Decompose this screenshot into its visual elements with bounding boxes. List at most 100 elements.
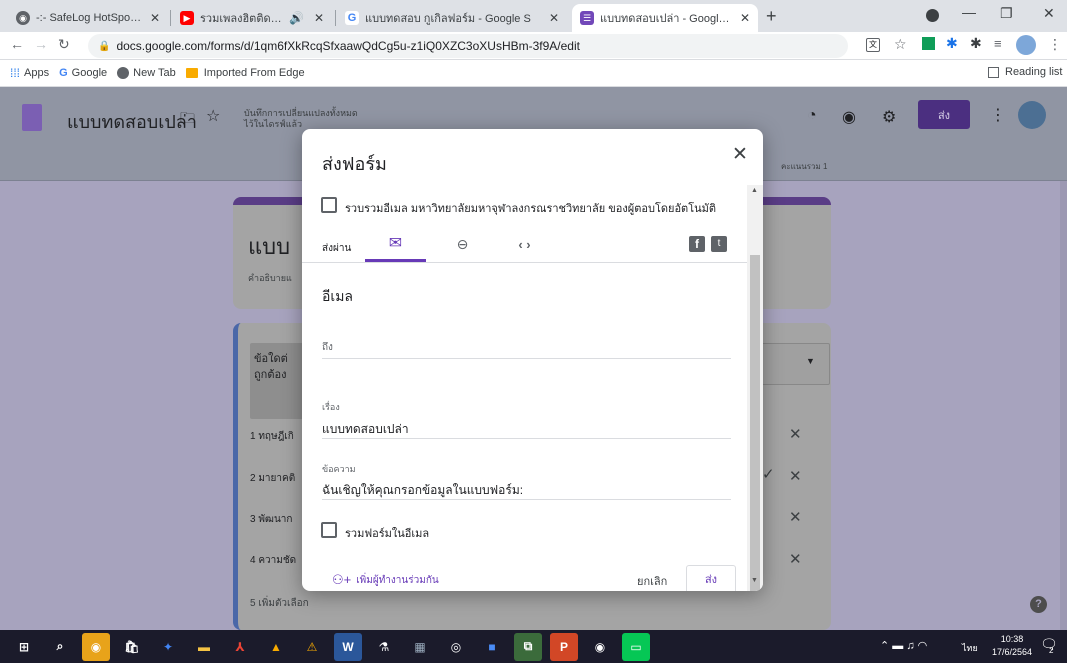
cancel-button[interactable]: ยกเลิก xyxy=(637,572,667,590)
app-icon[interactable]: ⚗ xyxy=(370,633,398,661)
url-field[interactable]: 🔒 docs.google.com/forms/d/1qm6fXkRcqSfxa… xyxy=(88,34,848,58)
question-text-field[interactable]: ข้อใดต่ ถูกต้อง xyxy=(250,343,310,419)
bookmark-star-icon[interactable]: ☆ xyxy=(894,36,907,53)
tab-email[interactable]: ✉ xyxy=(365,227,426,262)
tab-embed[interactable]: ‹ › xyxy=(494,227,555,262)
google-icon: G xyxy=(59,67,68,79)
remove-option-icon[interactable]: ✕ xyxy=(789,508,802,526)
sheets-extension-icon[interactable] xyxy=(922,37,935,50)
app-icon[interactable]: ◉ xyxy=(586,633,614,661)
browser-tab[interactable]: ◉ -:- SafeLog HotSpot Wifi Internet ✕ xyxy=(8,4,168,32)
close-dialog-icon[interactable]: ✕ xyxy=(732,143,748,166)
form-description[interactable]: คำอธิบายแ xyxy=(248,271,292,285)
settings-gear-icon[interactable]: ⚙ xyxy=(882,107,896,127)
close-icon[interactable]: ✕ xyxy=(549,11,559,25)
question-type-dropdown[interactable]: ▼ xyxy=(755,343,830,385)
store-icon[interactable]: 🛍 xyxy=(118,633,146,661)
input-language[interactable]: ไทย xyxy=(962,641,978,655)
window-close-button[interactable]: ✕ xyxy=(1043,5,1055,22)
app-icon[interactable]: ◎ xyxy=(442,633,470,661)
reload-icon[interactable]: ↻ xyxy=(58,36,70,53)
remove-option-icon[interactable]: ✕ xyxy=(789,425,802,443)
profile-avatar[interactable] xyxy=(1016,35,1036,55)
clock[interactable]: 10:38 17/6/2564 xyxy=(992,633,1032,659)
chrome-icon[interactable]: ◉ xyxy=(82,632,110,661)
bookmark-google[interactable]: G Google xyxy=(59,67,107,79)
browser-tab-active[interactable]: ☰ แบบทดสอบเปล่า - Google ฟอร์ม ✕ xyxy=(572,4,758,32)
translate-icon[interactable]: 文 xyxy=(866,38,880,52)
pdf-icon[interactable]: ⅄ xyxy=(226,633,254,661)
star-icon[interactable]: ☆ xyxy=(206,106,220,126)
remove-option-icon[interactable]: ✕ xyxy=(789,550,802,568)
option-item[interactable]: 4 ความชัด xyxy=(250,553,296,568)
folder-icon[interactable]: 🗀 xyxy=(180,108,195,133)
back-icon[interactable]: ← xyxy=(10,36,24,52)
close-icon[interactable]: ✕ xyxy=(314,11,324,25)
vlc-icon[interactable]: ▲ xyxy=(262,633,290,661)
add-collaborators-button[interactable]: ⚇+ เพิ่มผู้ทำงานร่วมกัน xyxy=(332,572,439,588)
tab-link[interactable]: ⊖ xyxy=(432,227,493,262)
google-forms-icon: ☰ xyxy=(580,11,594,25)
add-option[interactable]: 5 เพิ่มตัวเลือก xyxy=(250,596,309,611)
app-icon[interactable]: ✦ xyxy=(154,633,182,661)
tab-title: -:- SafeLog HotSpot Wifi Internet xyxy=(36,12,144,24)
windows-start-icon[interactable]: ⊞ xyxy=(10,633,38,661)
form-title[interactable]: แบบทดสอบเปล่า xyxy=(67,107,197,136)
reading-queue-icon[interactable]: ≡ xyxy=(994,36,1002,51)
file-explorer-icon[interactable]: ▬ xyxy=(190,633,218,661)
form-heading[interactable]: แบบ xyxy=(248,229,290,264)
powerpoint-icon[interactable]: P xyxy=(550,632,578,661)
close-icon[interactable]: ✕ xyxy=(150,11,160,25)
system-tray-icons[interactable]: ⌃ ▬ ♫ ◠ xyxy=(880,639,927,652)
subject-field[interactable]: แบบทดสอบเปล่า xyxy=(322,420,409,439)
app-warning-icon[interactable]: ⚠ xyxy=(298,633,326,661)
help-icon[interactable]: ? xyxy=(1030,596,1047,613)
dialog-scroll-thumb[interactable] xyxy=(750,255,760,591)
extension-icon[interactable]: ✱ xyxy=(946,35,958,52)
minimize-button[interactable]: — xyxy=(962,4,976,20)
page-scrollbar[interactable] xyxy=(1060,181,1067,630)
embed-code-icon: ‹ › xyxy=(518,237,531,252)
facebook-icon[interactable]: f xyxy=(689,236,705,252)
more-menu-icon[interactable]: ⋮ xyxy=(990,105,1006,125)
bookmark-folder-edge[interactable]: Imported From Edge xyxy=(185,67,305,79)
send-button[interactable]: ส่ง xyxy=(918,100,970,129)
audio-icon[interactable]: 🔊 xyxy=(289,11,304,25)
account-avatar[interactable] xyxy=(1018,101,1046,129)
scroll-up-icon[interactable]: ▲ xyxy=(751,187,758,194)
maximize-button[interactable]: ❐ xyxy=(1000,5,1013,22)
close-icon[interactable]: ✕ xyxy=(740,11,750,25)
remove-option-icon[interactable]: ✕ xyxy=(789,467,802,485)
search-icon[interactable]: ⌕ xyxy=(46,633,74,661)
dialog-scrollbar[interactable]: ▲ ▼ xyxy=(747,185,763,591)
option-item[interactable]: 1 ทฤษฎีเกิ xyxy=(250,429,294,444)
message-field[interactable]: ฉันเชิญให้คุณกรอกข้อมูลในแบบฟอร์ม: xyxy=(322,481,523,500)
send-dialog-button[interactable]: ส่ง xyxy=(686,565,736,591)
new-tab-button[interactable]: + xyxy=(766,6,777,27)
bookmark-new-tab[interactable]: New Tab xyxy=(117,67,176,79)
preview-eye-icon[interactable]: ◉ xyxy=(842,107,856,127)
record-icon[interactable] xyxy=(926,9,939,22)
collect-emails-checkbox[interactable] xyxy=(321,197,337,213)
word-icon[interactable]: W xyxy=(334,632,362,661)
forms-logo-icon[interactable] xyxy=(22,104,42,131)
scroll-down-icon[interactable]: ▼ xyxy=(751,577,758,584)
menu-icon[interactable]: ⋮ xyxy=(1048,36,1062,53)
line-icon[interactable]: ▭ xyxy=(622,632,650,661)
extensions-puzzle-icon[interactable]: ✱ xyxy=(970,35,982,52)
app-icon[interactable]: ▦ xyxy=(406,633,434,661)
zoom-icon[interactable]: ■ xyxy=(478,633,506,661)
forward-icon[interactable]: → xyxy=(34,36,48,52)
app-icon[interactable]: ⧉ xyxy=(514,632,542,661)
browser-tab[interactable]: G แบบทดสอบ กูเกิลฟอร์ม - Google S ✕ xyxy=(337,4,567,32)
browser-tab[interactable]: ▶ รวมเพลงฮิตติดหู ยุค 90 ฟังทั้งวัน 🔊 ✕ xyxy=(172,4,332,32)
option-item[interactable]: 2 มายาคติ xyxy=(250,471,295,486)
reading-list-button[interactable]: Reading list xyxy=(988,66,1062,78)
include-form-checkbox[interactable] xyxy=(321,522,337,538)
bookmark-apps[interactable]: ⁞⁞⁞ Apps xyxy=(10,66,49,80)
option-item[interactable]: 3 พัฒนาก xyxy=(250,512,292,527)
twitter-icon[interactable]: t xyxy=(711,236,727,252)
email-section-title: อีเมล xyxy=(322,288,354,304)
to-field[interactable] xyxy=(322,358,731,359)
palette-icon[interactable]: ◔ xyxy=(807,107,817,125)
